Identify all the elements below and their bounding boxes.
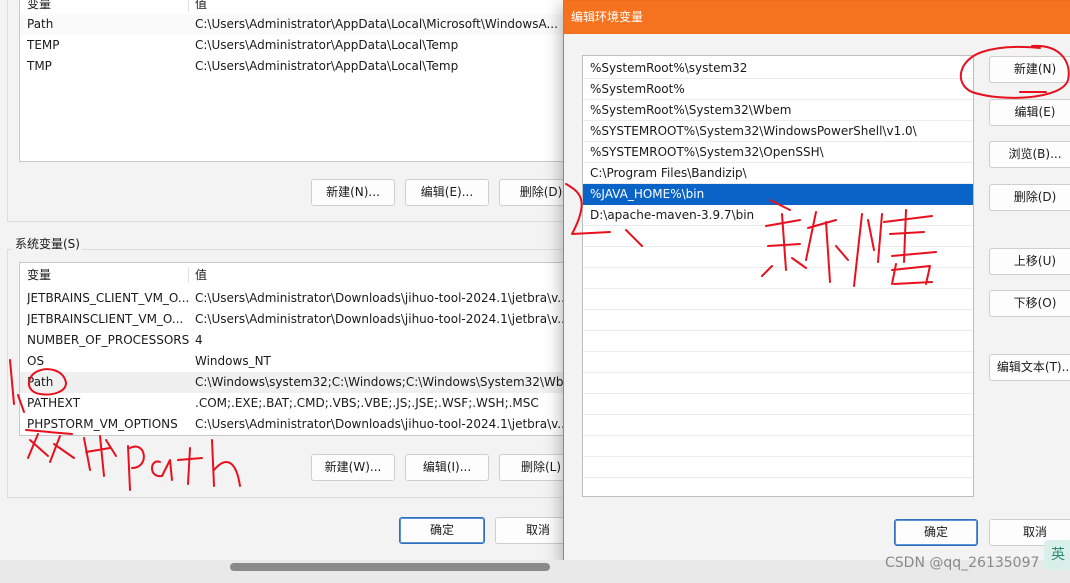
edit-environment-variable-dialog: 编辑环境变量 %SystemRoot%\system32 %SystemRoot… (563, 0, 1070, 566)
path-entry[interactable]: D:\apache-maven-3.9.7\bin (583, 205, 973, 226)
variable-name: OS (27, 354, 45, 368)
variable-name: PATHEXT (27, 396, 81, 410)
table-row[interactable]: PHPSTORM_VM_OPTIONS C:\Users\Administrat… (20, 414, 563, 435)
variable-value: 4 (195, 333, 203, 347)
column-header-value[interactable]: 值 (195, 264, 563, 286)
variable-value: .COM;.EXE;.BAT;.CMD;.VBS;.VBE;.JS;.JSE;.… (195, 396, 539, 410)
table-row[interactable]: NUMBER_OF_PROCESSORS 4 (20, 330, 563, 351)
table-row-selected[interactable]: Path C:\Windows\system32;C:\Windows;C:\W… (20, 372, 563, 393)
system-variables-header: 变量 值 (20, 264, 563, 286)
path-entry[interactable]: %SystemRoot%\system32 (583, 58, 973, 79)
csdn-watermark: CSDN @qq_26135097 (885, 555, 1040, 571)
variable-name: JETBRAINSCLIENT_VM_O... (27, 312, 184, 326)
path-entry[interactable]: %SYSTEMROOT%\System32\OpenSSH\ (583, 142, 973, 163)
variable-value: Windows_NT (195, 354, 271, 368)
column-header-variable[interactable]: 变量 (27, 264, 192, 286)
edit-ok-button[interactable]: 确定 (894, 519, 978, 546)
table-row[interactable]: JETBRAINSCLIENT_VM_O... C:\Users\Adminis… (20, 309, 563, 330)
path-entries-list[interactable]: %SystemRoot%\system32 %SystemRoot% %Syst… (582, 55, 974, 497)
variable-name: Path (27, 375, 54, 389)
dialog-title: 编辑环境变量 (571, 10, 644, 24)
horizontal-scrollbar-thumb[interactable] (230, 563, 550, 571)
variable-value: C:\Users\Administrator\Downloads\jihuo-t… (195, 291, 564, 305)
edit-path-button[interactable]: 编辑(E) (989, 99, 1070, 126)
table-row[interactable]: JETBRAINS_CLIENT_VM_O... C:\Users\Admini… (20, 288, 563, 309)
path-entry[interactable]: %SystemRoot%\System32\Wbem (583, 100, 973, 121)
system-variables-title: 系统变量(S) (13, 235, 82, 252)
delete-path-button[interactable]: 删除(D) (989, 184, 1070, 211)
move-up-button[interactable]: 上移(U) (989, 248, 1070, 275)
browse-button[interactable]: 浏览(B)... (989, 141, 1070, 168)
variable-name: PHPSTORM_VM_OPTIONS (27, 417, 178, 431)
system-variables-list[interactable]: 变量 值 JETBRAINS_CLIENT_VM_O... C:\Users\A… (19, 262, 564, 436)
path-entry[interactable]: %SystemRoot% (583, 79, 973, 100)
variable-name: JETBRAINS_CLIENT_VM_O... (27, 291, 190, 305)
move-down-button[interactable]: 下移(O) (989, 290, 1070, 317)
path-entry-selected[interactable]: %JAVA_HOME%\bin (583, 184, 973, 205)
variable-value: C:\Users\Administrator\Downloads\jihuo-t… (195, 417, 564, 431)
ime-indicator[interactable]: 英 (1044, 540, 1070, 570)
edit-text-button[interactable]: 编辑文本(T)... (989, 354, 1070, 381)
table-row[interactable]: PATHEXT .COM;.EXE;.BAT;.CMD;.VBS;.VBE;.J… (20, 393, 563, 414)
main-ok-button[interactable]: 确定 (399, 517, 485, 544)
system-new-button[interactable]: 新建(W)... (311, 454, 395, 481)
variable-name: NUMBER_OF_PROCESSORS (27, 333, 190, 347)
variable-value: C:\Users\Administrator\Downloads\jihuo-t… (195, 312, 564, 326)
new-path-button[interactable]: 新建(N) (989, 56, 1070, 83)
path-entry[interactable]: %SYSTEMROOT%\System32\WindowsPowerShell\… (583, 121, 973, 142)
system-edit-button[interactable]: 编辑(I)... (405, 454, 489, 481)
variable-value: C:\Windows\system32;C:\Windows;C:\Window… (195, 375, 564, 389)
path-entry[interactable]: C:\Program Files\Bandizip\ (583, 163, 973, 184)
dialog-title-bar[interactable]: 编辑环境变量 (564, 1, 1070, 34)
table-row[interactable]: OS Windows_NT (20, 351, 563, 372)
user-variables-group (7, 0, 577, 222)
